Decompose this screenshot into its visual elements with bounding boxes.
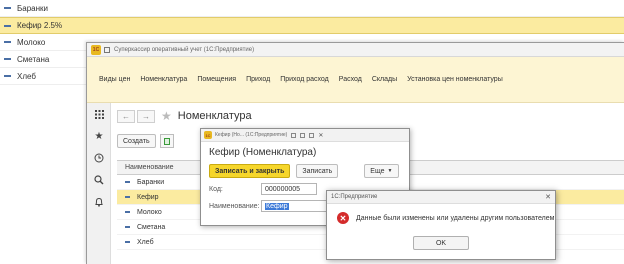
- row-label: Хлеб: [137, 238, 154, 246]
- row-dash-icon: [125, 211, 130, 213]
- row-dash-icon: [125, 226, 130, 228]
- error-dialog-titlebar: 1С:Предприятие ✕: [327, 191, 555, 204]
- search-icon[interactable]: [87, 169, 111, 191]
- list-item-selected[interactable]: Кефир 2.5%: [0, 17, 624, 34]
- app-logo-icon: 1С: [91, 44, 101, 55]
- save-button[interactable]: Записать: [296, 164, 339, 178]
- row-dash-icon: [125, 196, 130, 198]
- menu-item-income-expense[interactable]: Приход расход: [280, 76, 329, 83]
- list-item-label: Хлеб: [17, 71, 36, 81]
- window-title: Суперкассир оперативный учет (1С:Предпри…: [114, 46, 255, 53]
- row-dash-icon: [125, 181, 130, 183]
- sections-menu: Виды цен Номенклатура Помещения Приход П…: [87, 57, 624, 103]
- close-icon[interactable]: ✕: [545, 193, 551, 201]
- list-item-label: Кефир 2.5%: [17, 21, 63, 30]
- menu-icon[interactable]: [104, 46, 110, 53]
- error-dialog-title: 1С:Предприятие: [331, 194, 378, 200]
- form-heading: Кефир (Номенклатура): [209, 147, 317, 158]
- menu-item-income[interactable]: Приход: [246, 76, 270, 83]
- code-label: Код:: [209, 185, 223, 193]
- error-dialog: 1С:Предприятие ✕ ✕ Данные были изменены …: [326, 190, 556, 260]
- form-close-icon[interactable]: ✕: [318, 132, 323, 139]
- apps-grid-icon[interactable]: [87, 103, 111, 125]
- ok-button[interactable]: OK: [413, 236, 469, 250]
- list-item-label: Молоко: [17, 37, 46, 47]
- app-logo-icon: 1С: [204, 131, 212, 139]
- item-dash-icon: [4, 7, 11, 9]
- menu-item-nomenclature[interactable]: Номенклатура: [140, 76, 187, 83]
- form-window-title: Кефир (Но... (1С:Предприятие): [215, 132, 288, 138]
- item-dash-icon: [4, 75, 11, 77]
- row-label: Молоко: [137, 208, 162, 216]
- more-label: Еще: [370, 167, 385, 175]
- form-toolbar: Записать и закрыть Записать Еще ▼: [209, 164, 409, 178]
- form-link-icon[interactable]: [291, 132, 297, 138]
- back-arrow-icon[interactable]: ←: [117, 109, 135, 123]
- menu-item-price-types[interactable]: Виды цен: [99, 76, 130, 83]
- item-dash-icon: [4, 58, 11, 60]
- list-item-label: Сметана: [17, 54, 50, 64]
- form-maximize-icon[interactable]: [309, 132, 315, 138]
- bell-icon[interactable]: [87, 191, 111, 213]
- row-dash-icon: [125, 241, 130, 243]
- history-icon[interactable]: [87, 147, 111, 169]
- menu-item-expense[interactable]: Расход: [339, 76, 362, 83]
- code-field[interactable]: 000000005: [261, 183, 317, 195]
- row-label: Баранки: [137, 178, 165, 186]
- name-field-value: Кефир: [265, 202, 289, 210]
- chevron-down-icon: ▼: [387, 168, 393, 174]
- name-label: Наименование:: [209, 202, 260, 210]
- row-label: Кефир: [137, 193, 159, 201]
- copy-button[interactable]: [159, 134, 174, 148]
- item-dash-icon: [4, 24, 11, 27]
- create-button[interactable]: Создать: [117, 134, 156, 148]
- list-item[interactable]: Баранки: [0, 0, 624, 17]
- more-button[interactable]: Еще ▼: [364, 164, 399, 178]
- item-dash-icon: [4, 41, 11, 43]
- menu-item-set-prices[interactable]: Установка цен номенклатуры: [407, 76, 503, 83]
- name-field[interactable]: Кефир: [261, 200, 331, 212]
- window-titlebar: 1С Суперкассир оперативный учет (1С:Пред…: [87, 43, 624, 57]
- error-body: ✕ Данные были изменены или удалены други…: [337, 212, 555, 224]
- forward-arrow-icon[interactable]: →: [137, 109, 155, 123]
- error-message: Данные были изменены или удалены другим …: [356, 214, 555, 222]
- row-label: Сметана: [137, 223, 166, 231]
- error-icon: ✕: [337, 212, 349, 224]
- left-panel: ★: [87, 103, 111, 264]
- star-icon[interactable]: ★: [87, 125, 111, 147]
- form-star-icon[interactable]: [300, 132, 306, 138]
- menu-item-rooms[interactable]: Помещения: [197, 76, 236, 83]
- page-title: Номенклатура: [177, 110, 252, 122]
- navigation-row: ← → ★ Номенклатура: [111, 106, 624, 126]
- save-and-close-button[interactable]: Записать и закрыть: [209, 164, 291, 178]
- copy-icon: [163, 137, 170, 145]
- menu-item-warehouses[interactable]: Склады: [372, 76, 397, 83]
- form-titlebar: 1С Кефир (Но... (1С:Предприятие) ✕: [201, 129, 409, 142]
- list-item-label: Баранки: [17, 3, 48, 13]
- favorite-star-icon[interactable]: ★: [161, 109, 172, 123]
